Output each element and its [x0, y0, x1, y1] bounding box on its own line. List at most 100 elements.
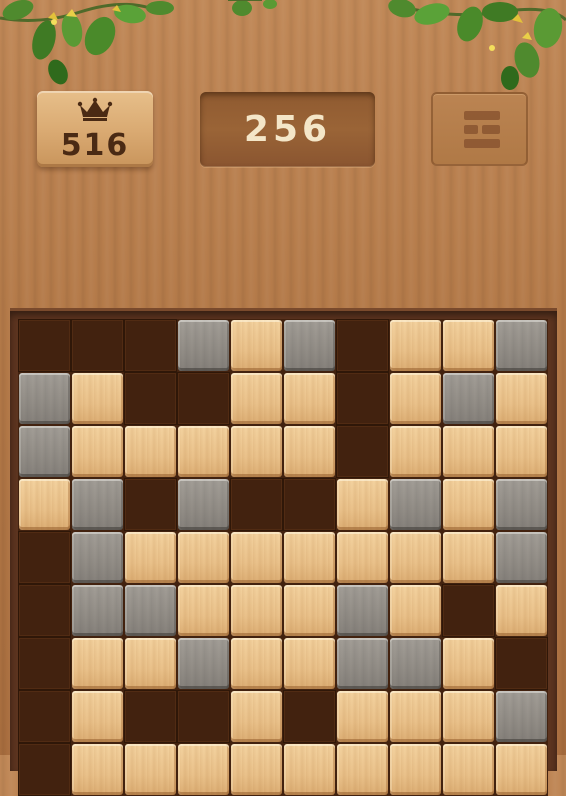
wood-block-tile[interactable] — [71, 372, 124, 425]
board-cell-empty[interactable] — [336, 319, 389, 372]
wood-block-tile[interactable] — [177, 531, 230, 584]
wood-block-tile[interactable] — [71, 425, 124, 478]
stone-block-tile[interactable] — [283, 319, 336, 372]
wood-block-tile[interactable] — [283, 637, 336, 690]
stone-block-tile[interactable] — [71, 478, 124, 531]
board-cell-empty[interactable] — [18, 319, 71, 372]
board-cell-empty[interactable] — [336, 425, 389, 478]
wood-block-tile[interactable] — [389, 743, 442, 796]
wood-block-tile[interactable] — [283, 584, 336, 637]
current-score-panel: 256 — [200, 92, 375, 167]
stone-block-tile[interactable] — [177, 637, 230, 690]
wood-block-tile[interactable] — [71, 637, 124, 690]
wood-block-tile[interactable] — [336, 743, 389, 796]
wood-block-tile[interactable] — [442, 531, 495, 584]
stone-block-tile[interactable] — [389, 637, 442, 690]
wood-block-tile[interactable] — [71, 743, 124, 796]
stone-block-tile[interactable] — [336, 584, 389, 637]
wood-block-tile[interactable] — [283, 743, 336, 796]
stone-block-tile[interactable] — [442, 372, 495, 425]
wood-block-tile[interactable] — [389, 425, 442, 478]
board-cell-empty[interactable] — [18, 531, 71, 584]
wood-block-tile[interactable] — [336, 478, 389, 531]
board-cell-empty[interactable] — [177, 372, 230, 425]
board-cell-empty[interactable] — [442, 584, 495, 637]
board-cell-empty[interactable] — [230, 478, 283, 531]
stone-block-tile[interactable] — [71, 584, 124, 637]
wood-block-tile[interactable] — [230, 690, 283, 743]
board-cell-empty[interactable] — [18, 690, 71, 743]
wood-block-tile[interactable] — [389, 531, 442, 584]
stone-block-tile[interactable] — [177, 478, 230, 531]
board-cell-empty[interactable] — [124, 690, 177, 743]
wood-block-tile[interactable] — [442, 319, 495, 372]
wood-block-tile[interactable] — [495, 584, 548, 637]
best-score-panel: 516 — [37, 91, 153, 167]
board-cell-empty[interactable] — [336, 372, 389, 425]
crown-icon — [77, 97, 113, 121]
wood-block-tile[interactable] — [124, 637, 177, 690]
stone-block-tile[interactable] — [336, 637, 389, 690]
wood-block-tile[interactable] — [71, 690, 124, 743]
stone-block-tile[interactable] — [177, 319, 230, 372]
stone-block-tile[interactable] — [389, 478, 442, 531]
stone-block-tile[interactable] — [71, 531, 124, 584]
menu-button[interactable] — [431, 92, 528, 166]
wood-block-tile[interactable] — [230, 531, 283, 584]
game-board — [10, 308, 557, 796]
wood-block-tile[interactable] — [389, 319, 442, 372]
wood-block-tile[interactable] — [442, 690, 495, 743]
wood-block-tile[interactable] — [442, 637, 495, 690]
wood-block-tile[interactable] — [230, 743, 283, 796]
wood-block-tile[interactable] — [389, 584, 442, 637]
wood-block-tile[interactable] — [442, 425, 495, 478]
stone-block-tile[interactable] — [495, 319, 548, 372]
board-cell-empty[interactable] — [124, 372, 177, 425]
stone-block-tile[interactable] — [495, 478, 548, 531]
wood-block-tile[interactable] — [336, 690, 389, 743]
board-cell-empty[interactable] — [124, 319, 177, 372]
board-cell-empty[interactable] — [18, 743, 71, 796]
wood-block-tile[interactable] — [230, 584, 283, 637]
board-cell-empty[interactable] — [283, 478, 336, 531]
wood-block-tile[interactable] — [177, 425, 230, 478]
stone-block-tile[interactable] — [18, 372, 71, 425]
board-cell-empty[interactable] — [495, 637, 548, 690]
wood-block-tile[interactable] — [230, 372, 283, 425]
wood-block-tile[interactable] — [495, 743, 548, 796]
board-grid — [18, 319, 548, 796]
board-cell-empty[interactable] — [283, 690, 336, 743]
wood-block-tile[interactable] — [177, 584, 230, 637]
wood-block-tile[interactable] — [18, 478, 71, 531]
board-cell-empty[interactable] — [124, 478, 177, 531]
wood-block-tile[interactable] — [336, 531, 389, 584]
wood-block-tile[interactable] — [283, 372, 336, 425]
stone-block-tile[interactable] — [18, 425, 71, 478]
stone-block-tile[interactable] — [495, 690, 548, 743]
best-score-value: 516 — [60, 128, 130, 163]
wood-block-tile[interactable] — [230, 425, 283, 478]
wood-block-tile[interactable] — [230, 637, 283, 690]
wood-block-tile[interactable] — [230, 319, 283, 372]
wood-block-tile[interactable] — [124, 743, 177, 796]
board-cell-empty[interactable] — [71, 319, 124, 372]
wood-block-tile[interactable] — [442, 478, 495, 531]
board-cell-empty[interactable] — [18, 637, 71, 690]
stone-block-tile[interactable] — [124, 584, 177, 637]
board-cell-empty[interactable] — [18, 584, 71, 637]
board-cell-empty[interactable] — [177, 690, 230, 743]
wood-block-tile[interactable] — [177, 743, 230, 796]
wood-block-tile[interactable] — [124, 531, 177, 584]
wood-block-tile[interactable] — [283, 425, 336, 478]
wood-block-tile[interactable] — [283, 531, 336, 584]
left-vine — [0, 0, 174, 85]
wood-block-tile[interactable] — [495, 372, 548, 425]
wood-block-tile[interactable] — [442, 743, 495, 796]
wood-block-tile[interactable] — [124, 425, 177, 478]
middle-vine — [228, 0, 277, 16]
stone-block-tile[interactable] — [495, 531, 548, 584]
wood-block-tile[interactable] — [389, 690, 442, 743]
wood-block-tile[interactable] — [495, 425, 548, 478]
current-score-value: 256 — [243, 109, 332, 150]
wood-block-tile[interactable] — [389, 372, 442, 425]
